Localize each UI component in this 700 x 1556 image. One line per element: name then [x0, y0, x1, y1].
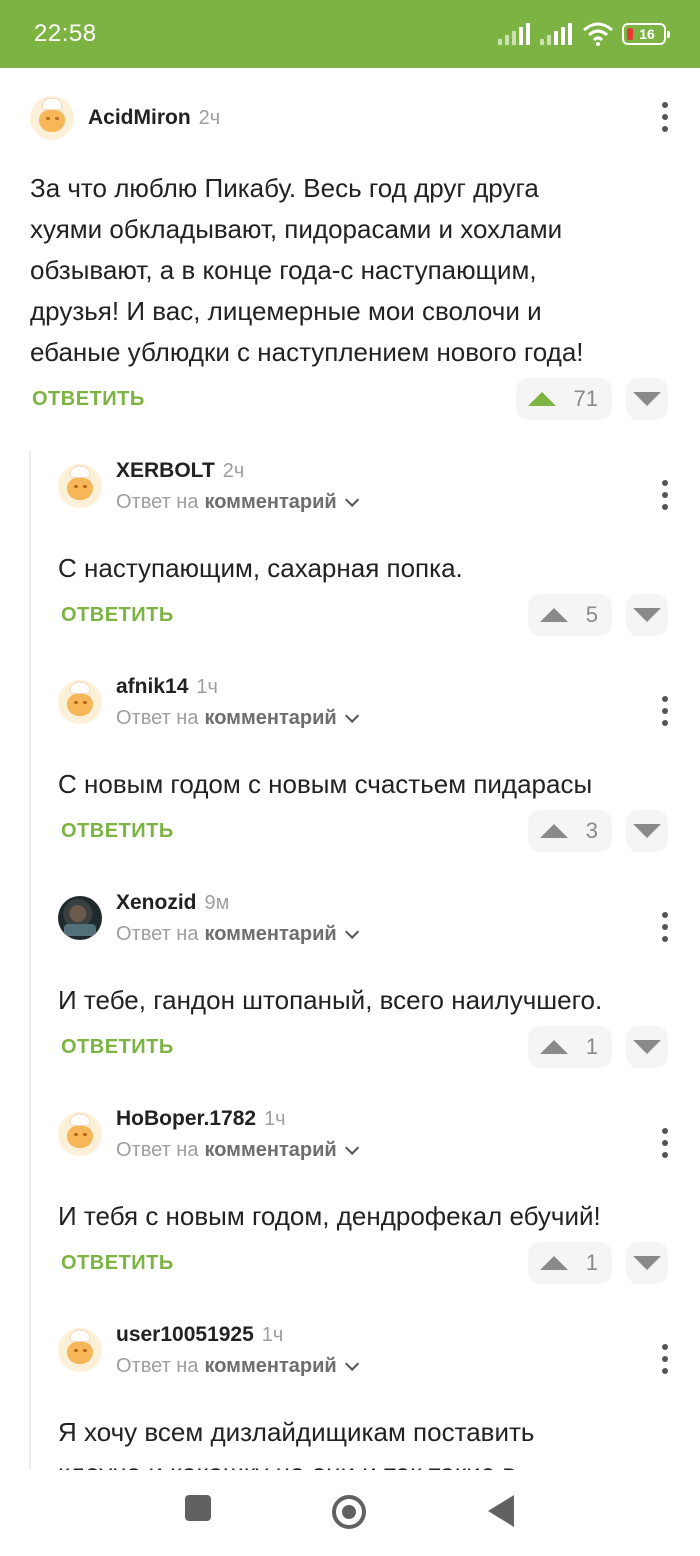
rating: 5	[585, 602, 598, 627]
comment-text: С новым годом с новым счастьем пидарасы	[58, 769, 593, 799]
more-vert-icon[interactable]	[662, 1128, 668, 1158]
nav-back-icon[interactable]	[488, 1495, 514, 1527]
navigation-bar	[0, 1470, 700, 1556]
downvote-button[interactable]	[626, 1026, 668, 1068]
downvote-icon	[633, 824, 661, 838]
username[interactable]: Xenozid	[116, 891, 197, 914]
reply-to-link[interactable]: Ответ на комментарий	[116, 707, 359, 730]
username[interactable]: AcidMiron	[88, 106, 191, 129]
chevron-down-icon	[344, 492, 359, 507]
rating: 3	[585, 818, 598, 843]
more-vert-icon[interactable]	[662, 102, 668, 132]
comment-text: За что люблю Пикабу. Весь год друг друга…	[30, 173, 584, 367]
chevron-down-icon	[344, 1140, 359, 1155]
comment: Xenozid 9м Ответ на комментарий И тебе, га…	[0, 891, 700, 1069]
comment-text: И тебя с новым годом, дендрофекал ебучий…	[58, 1201, 601, 1231]
signal-icon	[498, 23, 530, 45]
more-vert-icon[interactable]	[662, 912, 668, 942]
upvote-button[interactable]: 5	[528, 594, 612, 636]
upvote-icon	[539, 1256, 568, 1270]
downvote-button[interactable]	[626, 594, 668, 636]
downvote-icon	[633, 1040, 661, 1054]
comment-text: Я хочу всем дизлайдищикам поставить клоу…	[58, 1417, 535, 1470]
rating: 1	[585, 1034, 598, 1059]
wifi-icon	[583, 22, 613, 46]
reply-button[interactable]: ОТВЕТИТЬ	[61, 1252, 174, 1275]
chevron-down-icon	[344, 1356, 359, 1371]
avatar[interactable]	[58, 464, 102, 508]
nav-recents-icon[interactable]	[185, 1495, 211, 1521]
battery-icon: 16	[622, 23, 670, 45]
downvote-icon	[633, 392, 661, 406]
username[interactable]: afnik14	[116, 675, 188, 698]
upvote-icon	[539, 824, 568, 838]
reply-button[interactable]: ОТВЕТИТЬ	[32, 388, 145, 411]
downvote-button[interactable]	[626, 810, 668, 852]
more-vert-icon[interactable]	[662, 696, 668, 726]
more-vert-icon[interactable]	[662, 1344, 668, 1374]
reply-to-link[interactable]: Ответ на комментарий	[116, 1355, 359, 1378]
more-vert-icon[interactable]	[662, 480, 668, 510]
upvote-icon	[539, 1040, 568, 1054]
status-bar: 22:58 16	[0, 0, 700, 68]
avatar[interactable]	[58, 1328, 102, 1372]
upvote-icon	[527, 392, 556, 406]
signal-icon-2	[540, 23, 572, 45]
downvote-button[interactable]	[626, 1242, 668, 1284]
comment-text: И тебе, гандон штопаный, всего наилучшег…	[58, 985, 603, 1015]
username[interactable]: HoBoper.1782	[116, 1107, 256, 1130]
reply-to-link[interactable]: Ответ на комментарий	[116, 923, 359, 946]
rating: 71	[573, 386, 598, 411]
upvote-button[interactable]: 1	[528, 1242, 612, 1284]
timestamp: 1ч	[196, 675, 218, 698]
avatar[interactable]	[58, 1112, 102, 1156]
comment: user10051925 1ч Ответ на комментарий Я хоч…	[0, 1323, 700, 1470]
downvote-icon	[633, 608, 661, 622]
comment: afnik14 1ч Ответ на комментарий С новым го…	[0, 675, 700, 853]
comments-list[interactable]: AcidMiron 2ч За что люблю Пикабу. Весь го…	[0, 68, 700, 1470]
timestamp: 1ч	[261, 1323, 284, 1346]
downvote-button[interactable]	[626, 378, 668, 420]
downvote-icon	[633, 1256, 661, 1270]
upvote-icon	[539, 608, 568, 622]
battery-level: 16	[639, 26, 655, 42]
reply-button[interactable]: ОТВЕТИТЬ	[61, 820, 174, 843]
comment-text: С наступающим, сахарная попка.	[58, 553, 463, 583]
upvote-button[interactable]: 1	[528, 1026, 612, 1068]
upvote-button[interactable]: 3	[528, 810, 612, 852]
reply-to-link[interactable]: Ответ на комментарий	[116, 491, 359, 514]
timestamp: 2ч	[198, 107, 221, 129]
avatar[interactable]	[58, 896, 102, 940]
reply-button[interactable]: ОТВЕТИТЬ	[61, 1036, 174, 1059]
timestamp: 2ч	[222, 459, 245, 482]
reply-button[interactable]: ОТВЕТИТЬ	[61, 604, 174, 627]
username[interactable]: user10051925	[116, 1323, 254, 1346]
avatar[interactable]	[58, 680, 102, 724]
status-icons: 16	[498, 22, 670, 46]
avatar[interactable]	[30, 96, 74, 140]
username[interactable]: XERBOLT	[116, 459, 215, 482]
status-time: 22:58	[34, 20, 97, 47]
timestamp: 9м	[204, 891, 230, 914]
chevron-down-icon	[344, 924, 359, 939]
nav-home-icon[interactable]	[332, 1495, 366, 1529]
comment: XERBOLT 2ч Ответ на комментарий С наступаю…	[0, 459, 700, 637]
comment: HoBoper.1782 1ч Ответ на комментарий И теб…	[0, 1107, 700, 1285]
rating: 1	[585, 1250, 598, 1275]
timestamp: 1ч	[264, 1107, 286, 1130]
chevron-down-icon	[344, 708, 359, 723]
comment: AcidMiron 2ч За что люблю Пикабу. Весь го…	[0, 96, 700, 421]
upvote-button[interactable]: 71	[516, 378, 612, 420]
reply-to-link[interactable]: Ответ на комментарий	[116, 1139, 359, 1162]
